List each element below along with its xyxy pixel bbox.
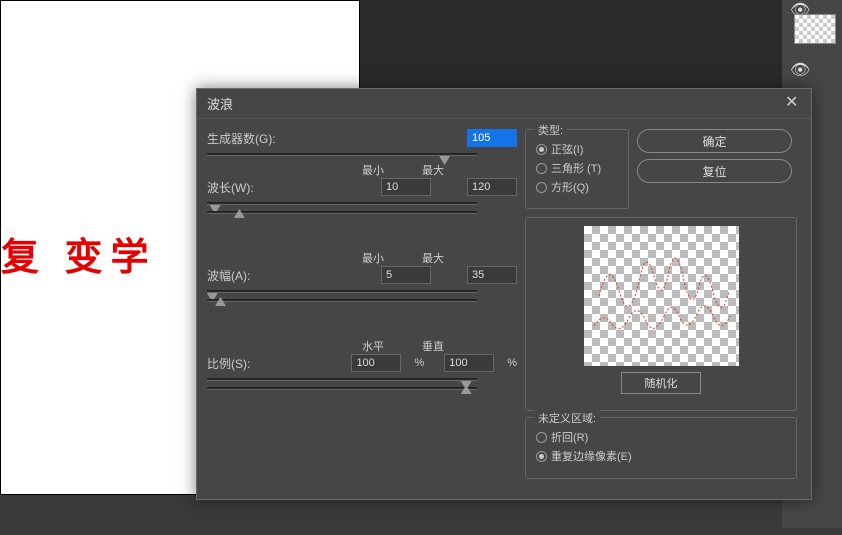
- wavelength-slider-bottom[interactable]: [207, 211, 477, 214]
- canvas-text: 复 变学: [1, 226, 157, 281]
- layer-thumbnail[interactable]: [794, 14, 836, 44]
- randomize-button[interactable]: 随机化: [621, 372, 701, 394]
- amplitude-slider-top[interactable]: [207, 290, 477, 293]
- scale-v-label: 垂直: [422, 338, 444, 354]
- generators-slider[interactable]: [207, 153, 477, 156]
- amplitude-max-input[interactable]: [467, 266, 517, 284]
- wavelength-min-input[interactable]: [381, 178, 431, 196]
- amplitude-max-label: 最大: [422, 250, 444, 266]
- scale-slider-bottom[interactable]: [207, 387, 477, 390]
- generators-input[interactable]: [467, 129, 517, 147]
- wrap-around-radio[interactable]: 折回(R): [536, 429, 786, 445]
- scale-label: 比例(S):: [207, 355, 287, 372]
- repeat-edge-radio[interactable]: 重复边缘像素(E): [536, 448, 786, 464]
- wavelength-max-input[interactable]: [467, 178, 517, 196]
- wavelength-max-label: 最大: [422, 162, 444, 178]
- type-title: 类型:: [534, 122, 567, 138]
- scale-h-input[interactable]: [351, 354, 401, 372]
- amplitude-min-label: 最小: [362, 250, 384, 266]
- scale-v-input[interactable]: [444, 354, 494, 372]
- wavelength-slider-top[interactable]: [207, 202, 477, 205]
- preview-canvas: [584, 226, 739, 366]
- wavelength-min-label: 最小: [362, 162, 384, 178]
- scale-h-label: 水平: [362, 338, 384, 354]
- ok-button[interactable]: 确定: [637, 129, 792, 153]
- type-triangle-radio[interactable]: 三角形 (T): [536, 160, 618, 176]
- close-icon[interactable]: ✕: [785, 96, 801, 112]
- wave-dialog: 波浪 ✕ 生成器数(G): 最小 最大 波长(W):: [196, 88, 812, 500]
- preview-box: 随机化: [525, 217, 797, 411]
- reset-button[interactable]: 复位: [637, 159, 792, 183]
- type-sine-radio[interactable]: 正弦(I): [536, 141, 618, 157]
- generators-label: 生成器数(G):: [207, 130, 287, 147]
- amplitude-slider-bottom[interactable]: [207, 299, 477, 302]
- undefined-title: 未定义区域:: [534, 410, 600, 426]
- scale-slider-top[interactable]: [207, 378, 477, 381]
- visibility-eye-icon[interactable]: 👁: [790, 60, 810, 80]
- wavelength-label: 波长(W):: [207, 179, 287, 196]
- dialog-title-text: 波浪: [207, 94, 233, 113]
- type-square-radio[interactable]: 方形(Q): [536, 179, 618, 195]
- amplitude-label: 波幅(A):: [207, 267, 287, 284]
- workspace-bottom: [0, 495, 842, 535]
- amplitude-min-input[interactable]: [381, 266, 431, 284]
- dialog-titlebar: 波浪 ✕: [197, 89, 811, 119]
